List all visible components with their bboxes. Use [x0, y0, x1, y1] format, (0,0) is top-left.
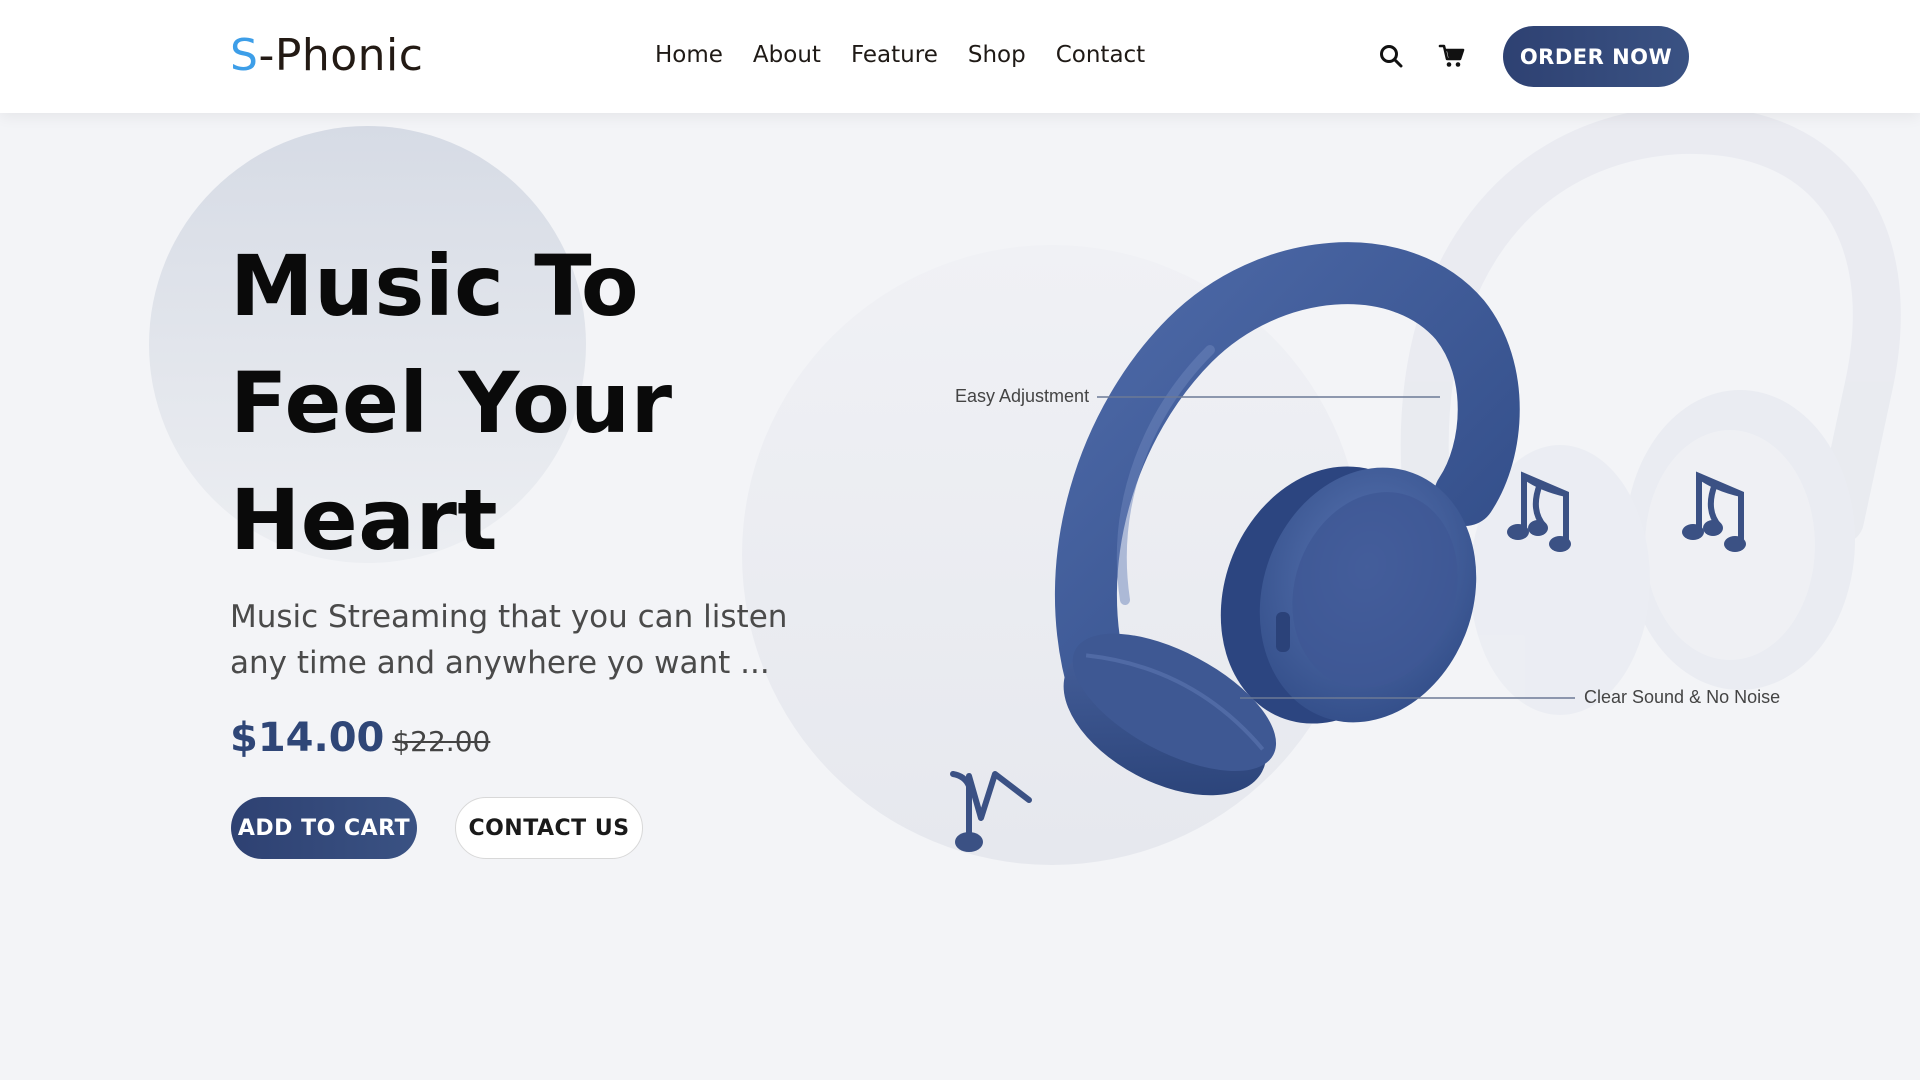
price-original: $22.00	[392, 725, 491, 758]
order-now-button[interactable]: ORDER NOW	[1503, 26, 1689, 87]
hero-subtitle: Music Streaming that you can listen any …	[230, 599, 788, 681]
site-header: S-Phonic Home About Feature Shop Contact…	[0, 0, 1920, 113]
contact-us-button[interactable]: CONTACT US	[455, 797, 643, 859]
hero-title-line-1: Music To	[230, 237, 640, 335]
price-block: $14.00 $22.00	[230, 715, 490, 761]
product-backdrop-circle	[742, 245, 1362, 865]
logo-text: -Phonic	[258, 30, 424, 81]
nav-shop[interactable]: Shop	[968, 42, 1026, 68]
hero-title: Music To Feel Your Heart	[230, 228, 790, 579]
main-nav: Home About Feature Shop Contact	[655, 42, 1145, 68]
logo[interactable]: S-Phonic	[230, 30, 423, 81]
cart-icon[interactable]	[1436, 40, 1468, 72]
nav-contact[interactable]: Contact	[1056, 42, 1145, 68]
search-icon[interactable]	[1375, 40, 1407, 72]
nav-home[interactable]: Home	[655, 42, 723, 68]
music-notes-icon	[1507, 471, 1746, 552]
hero-title-line-2: Feel Your	[230, 354, 673, 452]
price-current: $14.00	[230, 715, 385, 761]
nav-about[interactable]: About	[753, 42, 821, 68]
add-to-cart-button[interactable]: ADD TO CART	[231, 797, 417, 859]
callout-label-clear-sound: Clear Sound & No Noise	[1584, 687, 1781, 707]
logo-accent: S	[230, 30, 259, 81]
callout-label-easy-adjustment: Easy Adjustment	[955, 386, 1090, 406]
nav-feature[interactable]: Feature	[851, 42, 938, 68]
ghost-headphone-image	[1400, 105, 1901, 715]
hero-title-line-3: Heart	[230, 471, 499, 569]
